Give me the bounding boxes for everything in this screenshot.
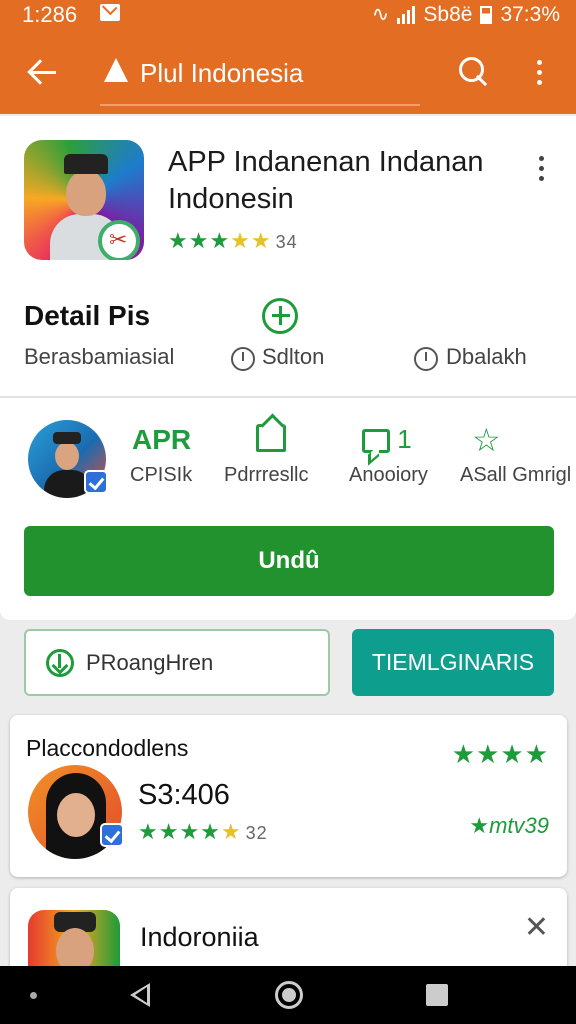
recommendation-title: Placcondodlens: [26, 735, 189, 761]
recommendation-rating-count: 32: [245, 823, 268, 843]
recommendation-rating: ★★★★★ 32: [138, 819, 268, 845]
recommendation-title: Indoroniia: [140, 922, 259, 952]
status-time: 1:286: [22, 2, 78, 27]
store-logo-icon: [104, 58, 128, 82]
app-icon-badge: [98, 220, 140, 260]
app-bar: 1:286 ∿ Sb8ë 37:3% Plul Indonesia: [0, 0, 576, 114]
person-hat: [64, 154, 108, 174]
person-hat: [53, 432, 81, 444]
app-name: APP Indanenan Indanan Indonesin: [168, 146, 484, 215]
star-icon: ★★★★: [138, 819, 221, 844]
search-field[interactable]: Plul Indonesia: [100, 44, 420, 106]
avatar-person: [44, 432, 92, 498]
secondary-action-label: PRoangHren: [86, 649, 214, 675]
battery-icon: [480, 5, 493, 24]
stat-2[interactable]: [256, 424, 286, 452]
status-bar: 1:286 ∿ Sb8ë 37:3%: [0, 0, 576, 34]
clock-icon: [231, 347, 255, 371]
person-face: [55, 442, 79, 470]
primary-action-button[interactable]: TIEMLGINARIS: [352, 629, 554, 696]
app-icon[interactable]: [24, 140, 144, 260]
star-outline-icon[interactable]: ☆: [472, 424, 501, 456]
app-bar-title: Plul Indonesia: [140, 58, 304, 88]
nav-home-icon[interactable]: [275, 981, 303, 1009]
avatar-face: [57, 793, 95, 837]
battery-percent: 37:3%: [500, 2, 560, 26]
nav-back-icon[interactable]: [130, 983, 150, 1007]
clock-icon: [414, 347, 438, 371]
signal-icon: [397, 5, 416, 24]
meta-label-3: Dbalakh: [446, 344, 527, 369]
wifi-icon: ∿: [371, 3, 390, 26]
status-right: ∿ Sb8ë 37:3%: [372, 2, 560, 27]
person-face: [66, 170, 106, 216]
add-circle-icon[interactable]: [262, 298, 298, 334]
recommendation-value: S3:406: [138, 779, 230, 811]
back-arrow-icon[interactable]: [26, 56, 58, 88]
mail-notification-icon: [100, 4, 120, 21]
star-icon: ★★★: [168, 228, 231, 253]
stat-3-label: Anooiory: [349, 464, 428, 486]
half-star-icon: ★: [220, 819, 242, 844]
nav-recents-icon[interactable]: [426, 984, 448, 1006]
system-navigation-bar: [0, 966, 576, 1024]
home-icon: [256, 424, 286, 452]
divider: [0, 396, 576, 398]
search-icon[interactable]: [458, 56, 490, 88]
app-rating: ★★★★★ 34: [168, 228, 298, 254]
verified-badge-icon: [84, 470, 108, 494]
stat-4-label: ASall Gmrigl: [460, 464, 572, 486]
stat-1-value: APR: [132, 424, 192, 455]
stat-3[interactable]: 1: [362, 424, 412, 455]
download-icon: [46, 648, 74, 677]
meta-label-1: Berasbamiasial: [24, 344, 175, 369]
close-icon[interactable]: ✕: [524, 910, 549, 945]
rating-count: 34: [275, 232, 298, 252]
verified-badge-icon: [100, 823, 124, 847]
recommendation-card[interactable]: Placcondodlens S3:406 ★★★★★ 32 ★★★★ ★mtv3…: [10, 715, 567, 877]
nav-dot-icon: [30, 992, 37, 999]
secondary-action-button[interactable]: PRoangHren: [24, 629, 330, 696]
half-star-icon: ★★: [230, 228, 272, 253]
stat-1-label: CPISIk: [130, 464, 193, 486]
detail-title: Detail Pis: [24, 300, 151, 331]
chat-icon: [362, 429, 390, 454]
more-options-icon[interactable]: [537, 60, 543, 86]
app-more-options-icon[interactable]: [539, 156, 545, 182]
stat-3-value: 1: [397, 424, 412, 454]
recommendation-side-text: ★mtv39: [469, 813, 549, 838]
download-button[interactable]: Undû: [24, 526, 554, 596]
top-rating-stars-icon: ★★★★: [451, 739, 549, 769]
status-text: Sb8ë: [423, 2, 473, 26]
meta-label-2: Sdlton: [262, 344, 325, 369]
stat-2-label: Pdrrresllc: [224, 464, 309, 486]
app-detail-card: APP Indanenan Indanan Indonesin ★★★★★34 …: [0, 116, 576, 620]
